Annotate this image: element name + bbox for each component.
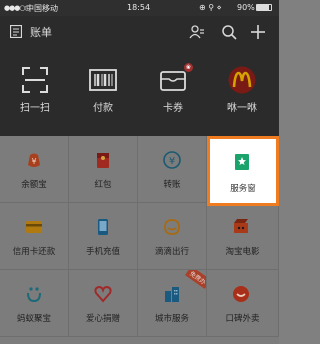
pay-button[interactable]: 付款 [68,66,138,132]
bill-label: 账单 [30,26,52,39]
scan-button[interactable]: 扫一扫 [0,66,70,132]
status-bar: ●●●○○ 中国移动 18:54 ⊕ ⚲ ⋄ 90% [0,0,279,16]
grid-item-label: 红包 [94,180,112,190]
grid-item-label: 淘宝电影 [225,247,260,257]
pay-label: 付款 [93,103,113,114]
credit-card-icon [26,221,42,233]
grid-item-red-packet[interactable]: 红包 [69,136,138,203]
transfer-icon: ¥ [163,151,181,169]
scan-label: 扫一扫 [20,103,50,114]
grid-item-service-window[interactable]: 服务窗 [207,136,279,206]
svg-text:¥: ¥ [169,156,175,167]
card-coupon-button[interactable]: ❀ 卡券 [138,63,208,132]
svg-text:¥: ¥ [31,157,36,166]
phone-recharge-icon [98,219,108,235]
scan-icon [22,67,48,93]
xiu-label: 咻一咻 [227,103,257,114]
grid-item-label: 转账 [163,180,181,190]
grid-item-movie[interactable]: 淘宝电影 [207,203,279,270]
grid-item-phone-recharge[interactable]: 手机充值 [69,203,138,270]
xiu-button[interactable]: 咻一咻 [207,66,277,132]
status-icons: ⊕ ⚲ ⋄ [199,3,222,12]
grid-item-label: 蚂蚁聚宝 [16,314,51,324]
grid-item-didi[interactable]: 滴滴出行 [138,203,207,270]
card-coupon-icon [160,71,186,91]
grid-item-donation[interactable]: 爱心捐赠 [69,270,138,337]
grid-item-label: 口碑外卖 [225,314,260,324]
mcdonalds-icon [228,66,256,94]
grid-item-label: 手机充值 [85,247,120,257]
grid-item-label: 服务窗 [230,184,256,194]
status-time: 18:54 [127,3,151,12]
city-service-icon [165,287,179,302]
free-tag: 免费办 [185,270,206,289]
card-coupon-label: 卡券 [163,103,183,114]
movie-icon [234,219,248,233]
grid-item-yuebao[interactable]: ¥ 余额宝 [0,136,69,203]
grid-item-label: 城市服务 [154,314,189,324]
ant-fortune-icon [27,287,41,303]
add-icon[interactable] [250,24,266,40]
grid-item-label: 滴滴出行 [154,247,189,257]
barcode-icon [89,69,117,91]
search-icon[interactable] [221,24,237,40]
carrier-name: 中国移动 [26,4,58,13]
grid-item-city-service[interactable]: 免费办 城市服务 [138,270,207,337]
koubei-icon [233,286,249,302]
grid-item-transfer[interactable]: ¥ 转账 [138,136,207,203]
quick-actions: 扫一扫 付款 ❀ 卡券 咻一咻 [0,63,279,132]
battery-percent: 90% [237,3,255,12]
grid-item-label: 信用卡还款 [12,247,56,257]
grid-item-label: 余额宝 [21,180,47,190]
service-window-icon [235,154,249,170]
battery-icon [256,4,272,11]
contacts-icon[interactable] [189,24,205,40]
red-packet-icon [97,153,109,168]
app-grid: ¥ 余额宝 红包 ¥ 转账 服务窗 信用卡还款 手机充值 滴滴出行 淘宝电影 蚂… [0,136,279,344]
yuebao-icon: ¥ [28,153,40,167]
grid-item-credit-card[interactable]: 信用卡还款 [0,203,69,270]
grid-item-ant-fortune[interactable]: 蚂蚁聚宝 [0,270,69,337]
didi-icon [164,219,180,235]
donation-icon [94,285,112,303]
notification-badge: ❀ [184,63,193,72]
home-header: 账单 扫一扫 付款 ❀ 卡券 咻一咻 [0,16,279,136]
bill-button[interactable]: 账单 [10,24,90,40]
bill-icon [10,25,22,38]
grid-item-koubei[interactable]: 口碑外卖 [207,270,279,337]
grid-item-label: 爱心捐赠 [85,314,120,324]
